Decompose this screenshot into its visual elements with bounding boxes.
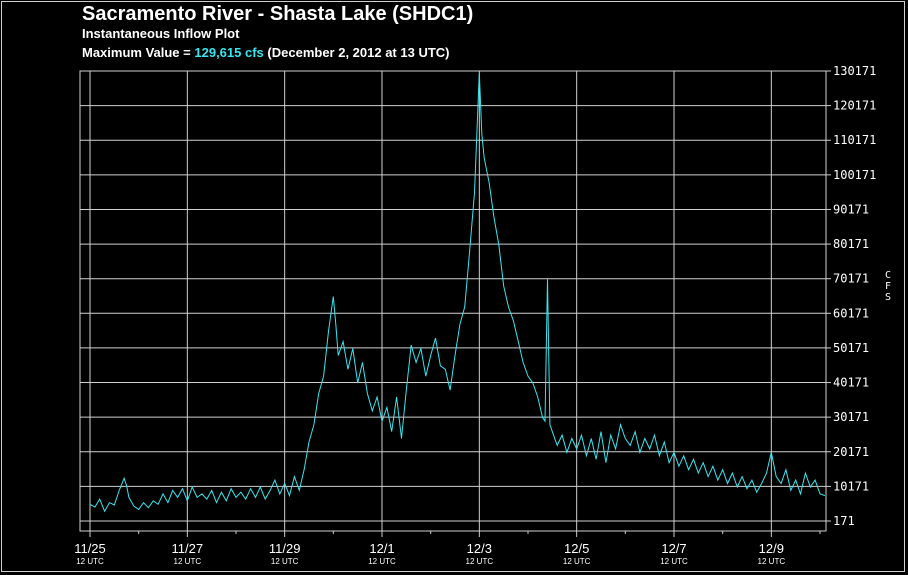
x-tick-label: 12/5	[564, 541, 589, 556]
x-tick-sublabel: 12 UTC	[174, 557, 202, 566]
y-gridlines	[80, 70, 831, 522]
y-tick-label: 90171	[833, 202, 869, 216]
x-tick-label: 11/27	[172, 541, 204, 556]
y-axis-label-char: C	[885, 270, 891, 281]
y-tick-label: 100171	[833, 168, 876, 182]
y-tick-label: 60171	[833, 306, 869, 320]
x-tick-label: 11/25	[74, 541, 106, 556]
x-tick-label: 12/7	[661, 541, 686, 556]
y-axis-label: CFS	[885, 270, 891, 303]
inflow-series-line	[89, 72, 826, 513]
x-tick-sublabel: 12 UTC	[466, 557, 494, 566]
y-tick-label: 30171	[833, 410, 869, 424]
x-tick-labels: 11/2512 UTC11/2712 UTC11/2912 UTC12/112 …	[74, 541, 785, 566]
y-axis-label-char: F	[885, 281, 891, 292]
y-tick-label: 120171	[833, 99, 876, 113]
x-tick-sublabel: 12 UTC	[368, 557, 396, 566]
y-tick-label: 70171	[833, 272, 869, 286]
x-tick-label: 12/1	[369, 541, 394, 556]
x-tick-label: 12/3	[467, 541, 492, 556]
x-tick-sublabel: 12 UTC	[76, 557, 104, 566]
y-tick-label: 171	[833, 514, 855, 528]
y-tick-label: 50171	[833, 341, 869, 355]
y-tick-label: 10171	[833, 479, 869, 493]
y-tick-labels: 171 10171 20171 30171 40171 50171 60171 70171 80…	[833, 64, 876, 528]
inflow-chart: 171 10171 20171 30171 40171 50171 60171 70171 80…	[74, 64, 891, 566]
y-tick-label: 20171	[833, 445, 869, 459]
y-tick-label: 80171	[833, 237, 869, 251]
x-tick-sublabel: 12 UTC	[271, 557, 299, 566]
x-tick-sublabel: 12 UTC	[660, 557, 688, 566]
x-tick-label: 12/9	[759, 541, 784, 556]
y-axis-label-char: S	[885, 292, 891, 303]
y-tick-label: 40171	[833, 376, 869, 390]
x-gridlines	[89, 71, 821, 537]
series-layer	[89, 72, 826, 513]
x-tick-sublabel: 12 UTC	[758, 557, 786, 566]
x-tick-label: 11/29	[269, 541, 301, 556]
y-tick-label: 130171	[833, 64, 876, 78]
y-tick-label: 110171	[833, 133, 876, 147]
x-tick-sublabel: 12 UTC	[563, 557, 591, 566]
